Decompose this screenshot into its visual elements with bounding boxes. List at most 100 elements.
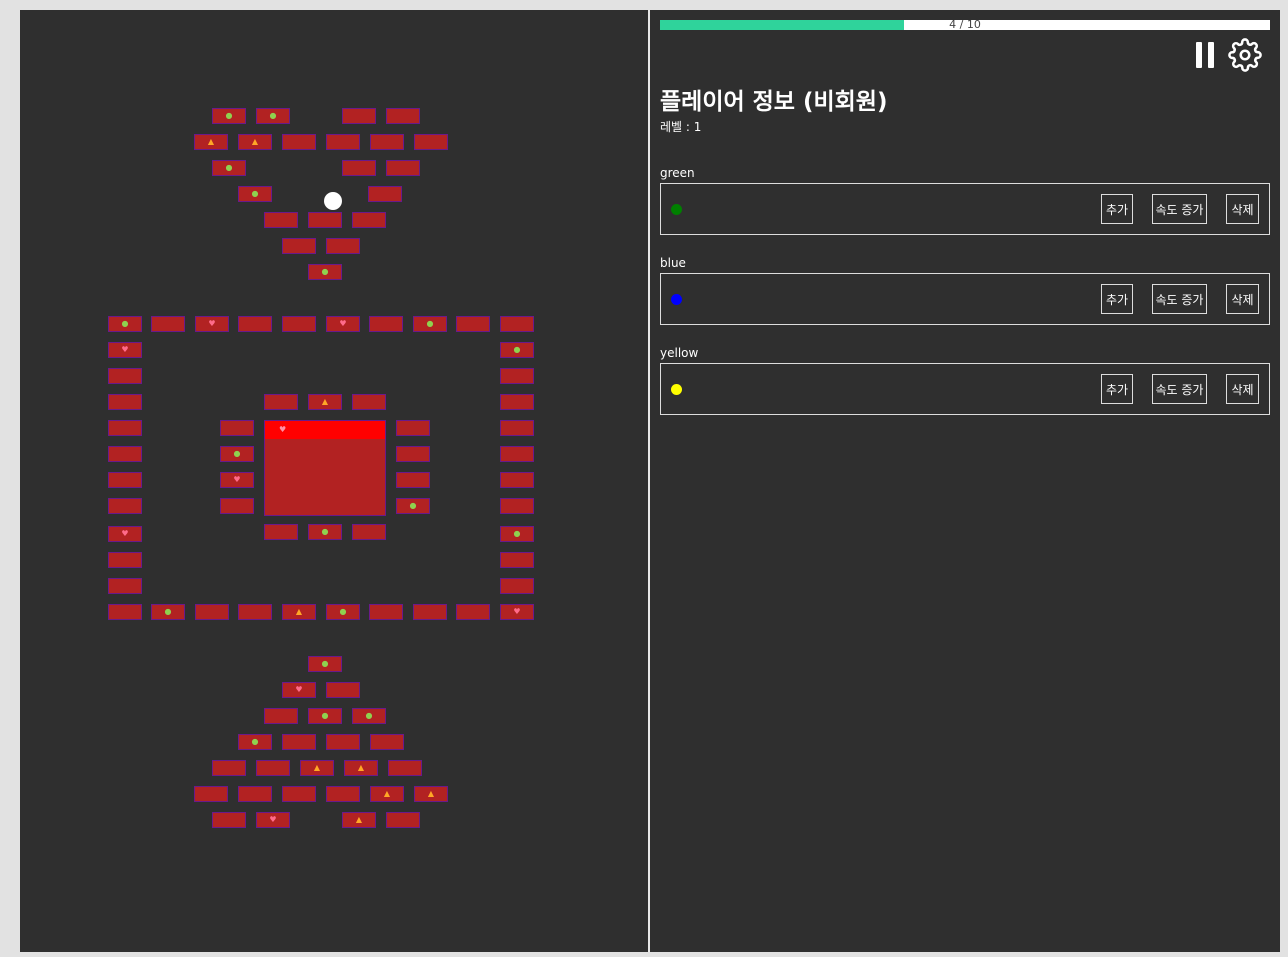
brick (238, 316, 272, 332)
brick: ▲ (194, 134, 228, 150)
pause-icon (1196, 42, 1202, 68)
heart-icon: ♥ (295, 685, 303, 694)
brick (326, 134, 360, 150)
add-ball-button[interactable]: 추가 (1101, 194, 1133, 224)
green-gem-icon: ● (269, 111, 277, 120)
brick: ▲ (370, 786, 404, 802)
brick (220, 420, 254, 436)
speed-up-button[interactable]: 속도 증가 (1152, 194, 1207, 224)
player-name-yellow: yellow (660, 346, 699, 360)
brick (108, 420, 142, 436)
brick: ▲ (342, 812, 376, 828)
brick: ▲ (414, 786, 448, 802)
delete-button[interactable]: 삭제 (1226, 194, 1259, 224)
game-board[interactable]: ● ● ▲ ▲ ● ● ● ● ♥ ♥ ● ● ▲ ● ♥ ♥ ● ♥ ● ▲ ● ♥ ● ● ● ♥ ● ● ● ▲ ▲ ▲ ▲ ♥ ▲ ♥ (20, 10, 648, 952)
settings-button[interactable] (1228, 38, 1262, 72)
brick (220, 498, 254, 514)
delete-button[interactable]: 삭제 (1226, 284, 1259, 314)
brick (264, 708, 298, 724)
brick (108, 368, 142, 384)
brick (456, 316, 490, 332)
pause-icon-bar (1208, 42, 1214, 68)
brick (396, 472, 430, 488)
brick (500, 552, 534, 568)
brick: ● (108, 316, 142, 332)
speed-up-button[interactable]: 속도 증가 (1152, 374, 1207, 404)
brick (500, 420, 534, 436)
heart-icon: ♥ (339, 319, 347, 328)
brick (108, 552, 142, 568)
brick (370, 734, 404, 750)
heart-icon: ♥ (208, 319, 216, 328)
brick (282, 238, 316, 254)
brick: ● (238, 186, 272, 202)
brick (282, 786, 316, 802)
player-row-yellow: 추가 속도 증가 삭제 (660, 363, 1270, 415)
brick: ▲ (300, 760, 334, 776)
brick (326, 238, 360, 254)
green-gem-icon: ● (251, 737, 259, 746)
fire-icon: ▲ (427, 789, 435, 798)
brick (212, 760, 246, 776)
brick (256, 760, 290, 776)
pause-button[interactable] (1194, 42, 1216, 70)
brick: ● (256, 108, 290, 124)
brick (108, 604, 142, 620)
brick (386, 160, 420, 176)
brick: ● (212, 108, 246, 124)
brick (326, 786, 360, 802)
add-ball-button[interactable]: 추가 (1101, 284, 1133, 314)
brick (108, 498, 142, 514)
fire-icon: ▲ (383, 789, 391, 798)
brick (369, 604, 403, 620)
brick (368, 186, 402, 202)
brick (414, 134, 448, 150)
brick: ● (413, 316, 447, 332)
brick: ● (308, 264, 342, 280)
brick (500, 578, 534, 594)
brick (326, 682, 360, 698)
speed-up-button[interactable]: 속도 증가 (1152, 284, 1207, 314)
brick: ♥ (326, 316, 360, 332)
brick (195, 604, 229, 620)
brick (456, 604, 490, 620)
brick: ♥ (500, 604, 534, 620)
green-gem-icon: ● (409, 501, 417, 510)
green-gem-icon: ● (225, 163, 233, 172)
fire-icon: ▲ (321, 397, 329, 406)
level-progress-bar: 4 / 10 (660, 18, 1270, 31)
brick (369, 316, 403, 332)
brick: ▲ (308, 394, 342, 410)
heart-icon: ♥ (121, 345, 129, 354)
add-ball-button[interactable]: 추가 (1101, 374, 1133, 404)
player-level: 레벨 : 1 (660, 120, 702, 134)
brick: ▲ (238, 134, 272, 150)
brick (108, 578, 142, 594)
brick: ▲ (344, 760, 378, 776)
brick (264, 394, 298, 410)
delete-button[interactable]: 삭제 (1226, 374, 1259, 404)
brick (352, 212, 386, 228)
heart-icon: ♥ (513, 607, 521, 616)
heart-icon: ♥ (121, 529, 129, 538)
green-gem-icon: ● (365, 711, 373, 720)
brick (500, 498, 534, 514)
brick: ● (500, 526, 534, 542)
brick (396, 420, 430, 436)
brick (352, 394, 386, 410)
brick (388, 760, 422, 776)
brick: ● (396, 498, 430, 514)
brick: ● (308, 708, 342, 724)
big-block-health-bar: ♥ (265, 421, 385, 439)
brick (264, 524, 298, 540)
heart-icon: ♥ (233, 475, 241, 484)
green-gem-icon: ● (321, 659, 329, 668)
brick (500, 368, 534, 384)
brick (500, 394, 534, 410)
brick: ♥ (282, 682, 316, 698)
brick (413, 604, 447, 620)
brick: ● (151, 604, 185, 620)
brick (108, 446, 142, 462)
player-color-dot (671, 204, 682, 215)
brick: ● (500, 342, 534, 358)
